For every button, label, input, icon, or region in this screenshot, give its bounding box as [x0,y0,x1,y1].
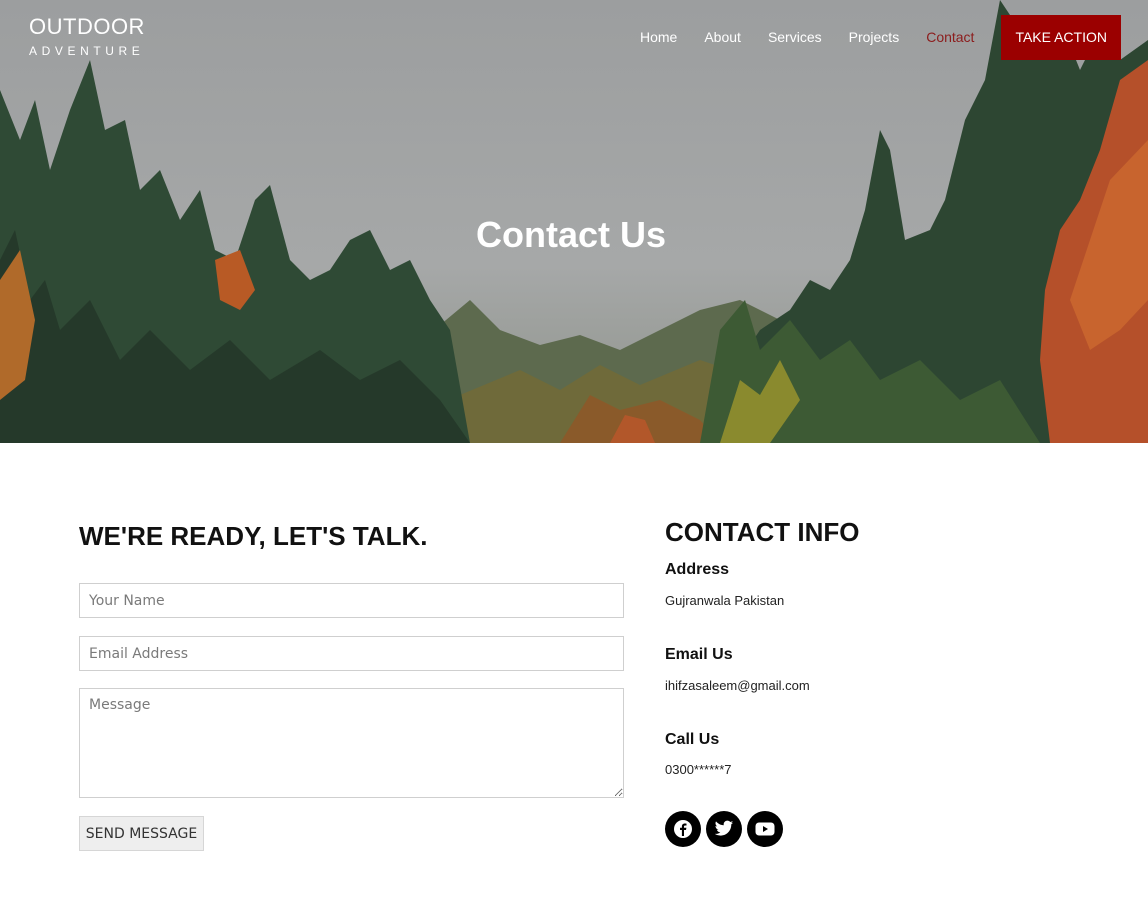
youtube-icon[interactable] [747,811,783,847]
form-heading: WE'RE READY, LET'S TALK. [79,521,428,551]
twitter-icon[interactable] [706,811,742,847]
send-message-button[interactable]: SEND MESSAGE [79,816,204,851]
nav-link-contact[interactable]: Contact [926,29,974,45]
email-input[interactable] [79,636,624,671]
message-textarea[interactable] [79,688,624,798]
main-nav: Home About Services Projects Contact TAK… [640,0,1148,74]
nav-link-about[interactable]: About [704,29,741,45]
brand-title: OUTDOOR [29,14,145,39]
take-action-button[interactable]: TAKE ACTION [1001,14,1121,60]
nav-link-services[interactable]: Services [768,29,822,45]
brand-logo[interactable]: OUTDOOR ADVENTURE [29,14,145,58]
hero-banner: OUTDOOR ADVENTURE Home About Services Pr… [0,0,1148,443]
nav-link-home[interactable]: Home [640,29,677,45]
address-value: Gujranwala Pakistan [665,593,785,608]
facebook-icon[interactable] [665,811,701,847]
email-value: ihifzasaleem@gmail.com [665,678,810,693]
page-title: Contact Us [475,214,667,255]
nav-link-projects[interactable]: Projects [849,29,900,45]
address-label: Address [665,561,730,578]
phone-value: 0300******7 [665,762,732,777]
brand-subtitle: ADVENTURE [29,44,145,58]
phone-label: Call Us [665,731,720,748]
email-label: Email Us [665,646,733,663]
contact-info-title: CONTACT INFO [665,517,860,547]
name-input[interactable] [79,583,624,618]
social-links [665,811,783,847]
